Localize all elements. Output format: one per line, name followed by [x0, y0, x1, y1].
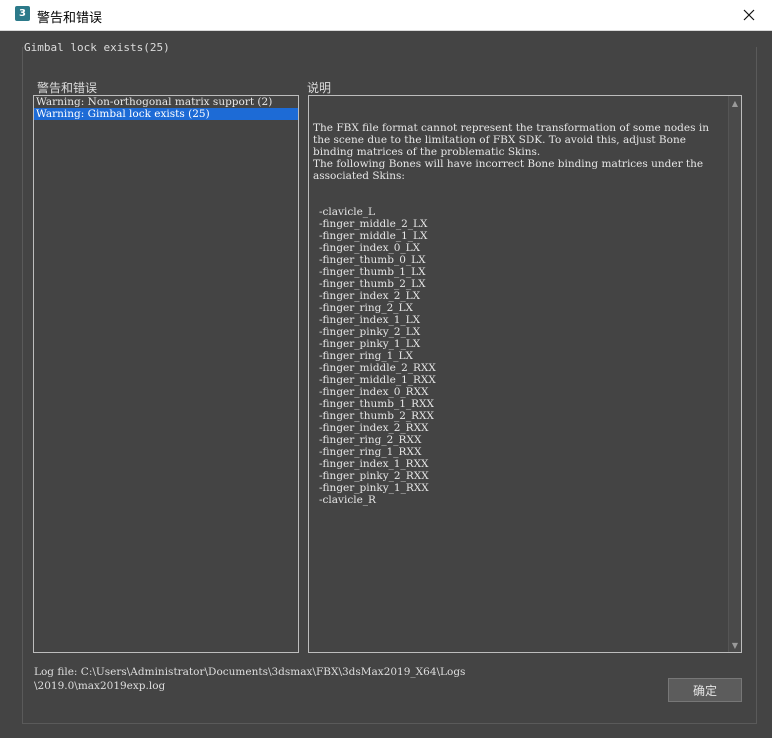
bone-item: -finger_thumb_2_RXX	[319, 410, 434, 422]
window-title: 警告和错误	[37, 11, 103, 26]
bone-list: -clavicle_L -finger_middle_2_LX -finger_mi…	[313, 206, 721, 506]
bone-item: -finger_middle_2_RXX	[319, 362, 436, 374]
description-label: 说明	[307, 81, 332, 95]
description-intro: The FBX file format cannot represent the…	[313, 122, 709, 182]
ok-button[interactable]: 确定	[668, 678, 742, 702]
bone-item: -finger_thumb_1_RXX	[319, 398, 434, 410]
warning-item-selected[interactable]: Warning: Gimbal lock exists (25)	[34, 108, 298, 120]
bone-item: -finger_index_1_RXX	[319, 458, 429, 470]
bone-item: -finger_pinky_1_LX	[319, 338, 421, 350]
bone-item: -finger_pinky_2_LX	[319, 326, 421, 338]
log-file-path: Log file: C:\Users\Administrator\Documen…	[34, 665, 494, 693]
warnings-label: 警告和错误	[37, 81, 98, 95]
bone-item: -finger_ring_1_RXX	[319, 446, 422, 458]
dialog-body: Gimbal lock exists(25) 警告和错误 说明 Warning:…	[0, 31, 772, 738]
warnings-list[interactable]: Warning: Non-orthogonal matrix support (…	[33, 95, 299, 653]
app-icon: 3	[15, 6, 30, 21]
close-icon	[743, 9, 755, 21]
bone-item: -finger_index_0_RXX	[319, 386, 429, 398]
bone-item: -finger_ring_2_RXX	[319, 434, 422, 446]
warning-item[interactable]: Warning: Non-orthogonal matrix support (…	[34, 96, 298, 108]
bone-item: -finger_index_2_LX	[319, 290, 421, 302]
bone-item: -finger_index_1_LX	[319, 314, 421, 326]
bone-item: -finger_ring_2_LX	[319, 302, 414, 314]
log-line-2: \2019.0\max2019exp.log	[34, 680, 166, 692]
bone-item: -finger_thumb_2_LX	[319, 278, 426, 290]
bone-item: -clavicle_R	[319, 494, 376, 506]
bone-item: -clavicle_L	[319, 206, 376, 218]
bone-item: -finger_thumb_1_LX	[319, 266, 426, 278]
description-text: The FBX file format cannot represent the…	[313, 98, 721, 530]
bone-item: -finger_index_0_LX	[319, 242, 421, 254]
bone-item: -finger_ring_1_LX	[319, 350, 414, 362]
bone-item: -finger_middle_1_RXX	[319, 374, 436, 386]
description-box[interactable]: The FBX file format cannot represent the…	[308, 95, 742, 653]
bone-item: -finger_middle_2_LX	[319, 218, 428, 230]
log-line-1: Log file: C:\Users\Administrator\Documen…	[34, 666, 466, 678]
close-button[interactable]	[726, 0, 772, 30]
status-line: Gimbal lock exists(25)	[24, 41, 170, 54]
bone-item: -finger_pinky_1_RXX	[319, 482, 429, 494]
scroll-down-icon[interactable]: ▼	[730, 640, 740, 650]
vertical-scrollbar[interactable]: ▲ ▼	[728, 96, 741, 652]
bone-item: -finger_thumb_0_LX	[319, 254, 426, 266]
bone-item: -finger_pinky_2_RXX	[319, 470, 429, 482]
bone-item: -finger_middle_1_LX	[319, 230, 428, 242]
title-bar: 3 警告和错误	[0, 0, 772, 31]
scroll-up-icon[interactable]: ▲	[730, 98, 740, 108]
bone-item: -finger_index_2_RXX	[319, 422, 429, 434]
